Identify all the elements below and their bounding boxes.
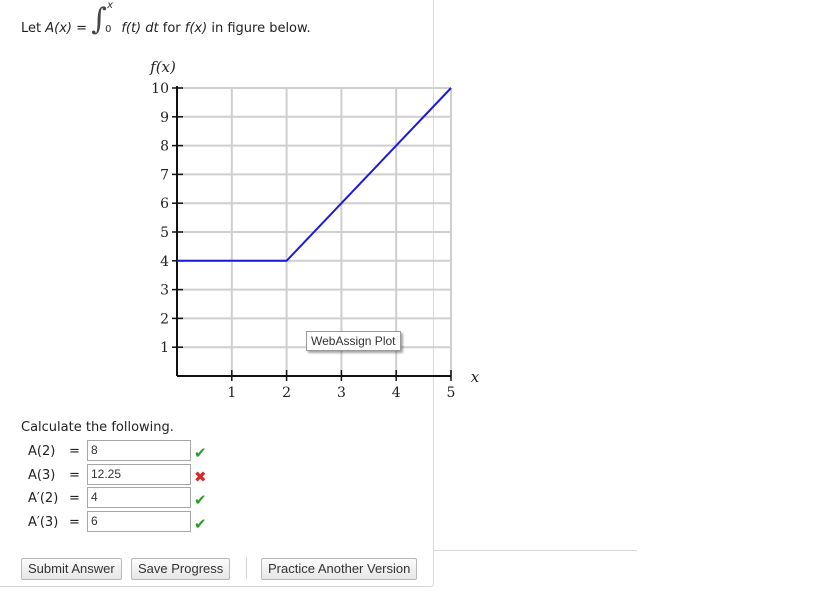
graph-svg: 1 2 3 4 5 6 7 8 9 10 1 2 3 4 5 f(x) x: [149, 58, 480, 401]
correct-check-icon: ✔: [194, 491, 207, 509]
answer-input-aprime2[interactable]: 4: [87, 487, 191, 508]
answer-label: A(3): [28, 467, 56, 483]
incorrect-x-icon: ✖: [194, 467, 207, 486]
answer-input-aprime3[interactable]: 6: [87, 510, 191, 532]
button-separator: [246, 557, 247, 579]
function-graph: 1 2 3 4 5 6 7 8 9 10 1 2 3 4 5 f(x) x: [120, 50, 490, 410]
prompt-suffix: in figure below.: [211, 21, 311, 36]
x-tick-label: 4: [392, 385, 401, 401]
prompt-fx: f(x): [184, 21, 208, 36]
prompt-integrand: f(t) dt: [121, 21, 159, 36]
x-tick-label: 3: [337, 385, 346, 401]
integral-symbol: ∫ x 0: [91, 0, 117, 37]
integral-lower-limit: 0: [105, 24, 112, 35]
y-tick-label: 9: [160, 110, 169, 126]
answer-equals: =: [69, 514, 80, 530]
y-tick-label: 2: [160, 311, 169, 327]
submit-answer-button[interactable]: Submit Answer: [21, 558, 122, 580]
answer-equals: =: [69, 467, 80, 483]
y-tick-label: 8: [160, 139, 169, 155]
y-tick-label: 4: [160, 254, 169, 270]
answer-input-a3[interactable]: 12.25: [87, 463, 191, 485]
prompt-for: for: [162, 21, 181, 36]
answer-equals: =: [69, 491, 80, 506]
y-tick-label: 5: [160, 225, 169, 241]
webassign-plot-tooltip: WebAssign Plot: [306, 331, 401, 351]
y-axis-label: f(x): [149, 58, 176, 76]
answer-label: A′(2): [28, 491, 59, 506]
prompt-equals: =: [76, 21, 88, 36]
save-progress-button[interactable]: Save Progress: [131, 558, 231, 580]
prompt-prefix: Let: [21, 21, 42, 36]
y-tick-label: 6: [160, 196, 169, 212]
x-tick-label: 2: [282, 385, 291, 401]
prompt-function: A(x): [45, 21, 72, 36]
integral-upper-limit: x: [107, 0, 114, 11]
x-tick-label: 1: [227, 385, 236, 401]
correct-check-icon: ✔: [194, 514, 207, 533]
answer-label: A(2): [28, 444, 56, 459]
calculate-heading: Calculate the following.: [21, 420, 174, 435]
y-tick-label: 7: [160, 167, 169, 183]
practice-another-version-button[interactable]: Practice Another Version: [261, 558, 418, 580]
answer-input-a2[interactable]: 8: [87, 440, 191, 461]
y-tick-label: 1: [160, 340, 169, 356]
answer-label: A′(3): [28, 514, 59, 530]
question-prompt: Let A(x) = ∫ x 0 f(t) dt for f(x) in fig…: [21, 0, 311, 37]
x-axis-label: x: [471, 368, 480, 386]
y-tick-label: 10: [151, 81, 169, 97]
answer-equals: =: [69, 444, 80, 459]
correct-check-icon: ✔: [194, 444, 207, 462]
x-tick-label: 5: [447, 385, 456, 401]
divider-rule: [433, 550, 637, 551]
y-tick-label: 3: [160, 283, 169, 299]
